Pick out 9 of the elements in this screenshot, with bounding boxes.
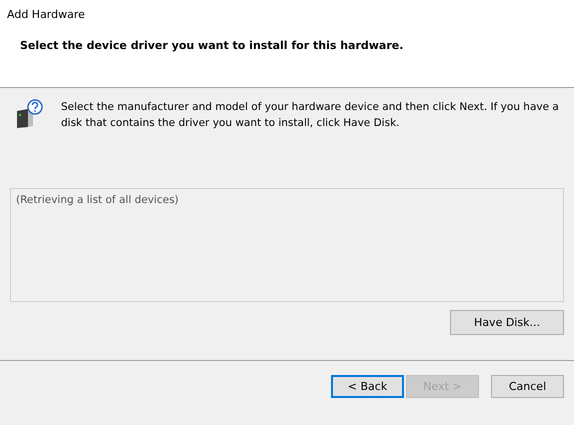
instruction-text: Select the manufacturer and model of your hardware device and then click Next. If you have a disk that contains the driver you want to install, click Have Disk. [61, 100, 560, 131]
dialog-button[interactable]: Cancel [491, 375, 564, 398]
have-disk-button[interactable]: Have Disk... [450, 310, 564, 335]
device-list[interactable]: (Retrieving a list of all devices) [10, 188, 564, 302]
page-heading: Select the device driver you want to install for this hardware. [20, 39, 404, 52]
hardware-question-icon [14, 99, 44, 129]
window-title: Add Hardware [7, 8, 86, 21]
dialog-button[interactable]: < Back [331, 375, 404, 398]
loading-status-text: (Retrieving a list of all devices) [16, 194, 179, 206]
